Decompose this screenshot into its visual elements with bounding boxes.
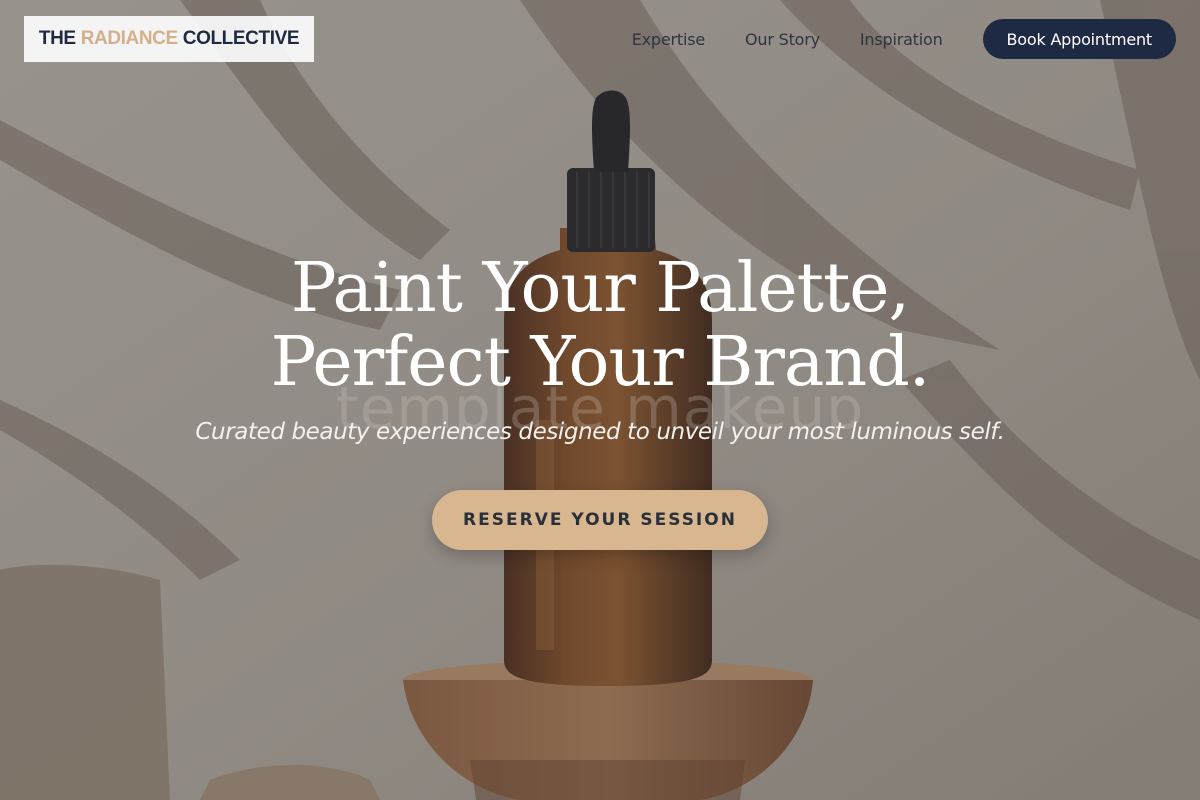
hero-title-line-1: Paint Your Palette, [290, 249, 910, 328]
main-nav: Expertise Our Story Inspiration Book App… [632, 19, 1176, 59]
hero-subtitle: Curated beauty experiences designed to u… [195, 419, 1005, 445]
book-appointment-button[interactable]: Book Appointment [982, 19, 1176, 59]
brand-name-part2: COLLECTIVE [182, 28, 300, 49]
nav-link-our-story[interactable]: Our Story [745, 30, 820, 49]
nav-link-inspiration[interactable]: Inspiration [860, 30, 943, 49]
nav-link-expertise[interactable]: Expertise [632, 30, 705, 49]
brand-name-accent: RADIANCE [80, 28, 178, 49]
brand-logo[interactable]: THE RADIANCE COLLECTIVE [24, 16, 314, 62]
reserve-session-button[interactable]: RESERVE YOUR SESSION [432, 490, 768, 550]
brand-name-part1: THE [38, 28, 76, 49]
